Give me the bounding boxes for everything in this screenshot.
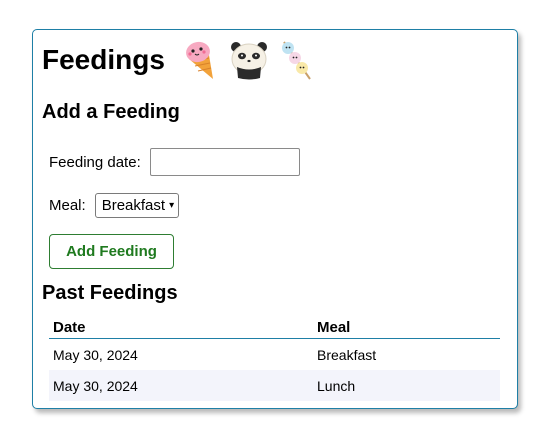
past-feedings-heading: Past Feedings [42,282,178,304]
add-feeding-heading: Add a Feeding [42,101,180,123]
column-header-meal: Meal [317,319,351,336]
row-date: May 30, 2024 [53,377,138,394]
meal-select[interactable]: Breakfast ▾ [94,193,180,218]
dango-skewer-icon [277,39,315,81]
decorations [179,39,315,81]
page-title: Feedings [42,44,165,75]
column-header-date: Date [53,319,86,336]
meal-label: Meal: [49,197,86,214]
chevron-down-icon: ▾ [169,200,175,211]
row-meal: Lunch [317,377,356,394]
feeding-date-row: Feeding date: [49,148,300,176]
feeding-date-input[interactable] [149,148,300,176]
table-row: May 30, 2024 Breakfast [49,339,500,370]
add-feeding-button[interactable]: Add Feeding [49,234,174,269]
feeding-date-label: Feeding date: [49,153,141,171]
feedings-card: Feedings Add a Feeding Feeding date: Mea… [32,29,518,409]
meal-row: Meal: Breakfast ▾ [49,193,180,218]
ice-cream-icon [179,39,221,81]
row-meal: Breakfast [317,346,377,363]
title-row: Feedings [42,38,315,82]
table-header: Date Meal [49,318,500,339]
row-date: May 30, 2024 [53,346,138,363]
meal-select-value: Breakfast [101,197,166,214]
past-feedings-table: Date Meal May 30, 2024 Breakfast May 30,… [49,318,500,401]
panda-rice-ball-icon [227,39,271,81]
table-row: May 30, 2024 Lunch [49,370,500,401]
